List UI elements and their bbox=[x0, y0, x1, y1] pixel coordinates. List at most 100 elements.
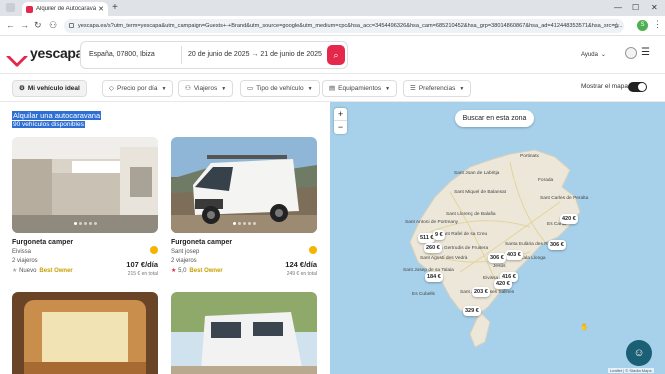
ibiza-map bbox=[409, 149, 581, 348]
map-town-label: Sant Joan de Labritja bbox=[454, 171, 500, 176]
zoom-in-button[interactable]: + bbox=[334, 108, 347, 121]
logo-text: yescapa bbox=[30, 45, 84, 61]
hamburger-menu-icon[interactable]: ☰ bbox=[641, 47, 650, 58]
close-tab-icon[interactable]: ✕ bbox=[98, 5, 104, 13]
zoom-out-button[interactable]: − bbox=[334, 121, 347, 134]
filter-label: Precio por día bbox=[117, 85, 158, 92]
people-icon: ⚇ bbox=[185, 85, 191, 92]
map-price-pin[interactable]: 184 € bbox=[425, 272, 443, 282]
filter-vehicle-type[interactable]: ▭ Tipo de vehículo ▼ bbox=[240, 80, 320, 97]
browser-tab[interactable]: Alquiler de Autocaravanas en Ibiza ✕ bbox=[22, 2, 108, 16]
back-icon[interactable]: ← bbox=[6, 20, 15, 31]
best-owner-badge-icon bbox=[150, 246, 158, 254]
listing-photo[interactable] bbox=[171, 137, 317, 233]
sliders-icon: ⚙ bbox=[19, 85, 25, 92]
browser-menu-icon[interactable]: ⋮ bbox=[653, 19, 662, 30]
map-panel[interactable] bbox=[330, 102, 665, 374]
map-price-pin[interactable]: 329 € bbox=[463, 306, 481, 316]
listing-title: Furgoneta camper bbox=[12, 239, 74, 246]
lock-icon bbox=[69, 23, 74, 28]
camper-outdoor-image bbox=[171, 292, 317, 374]
listing-photo[interactable] bbox=[12, 292, 158, 374]
tab-title: Alquiler de Autocaravanas en Ibiza bbox=[36, 6, 97, 12]
filter-equipment[interactable]: ▤ Equipamientos ▼ bbox=[322, 80, 398, 97]
browser-tab-strip: Alquiler de Autocaravanas en Ibiza ✕ + —… bbox=[0, 0, 665, 16]
filter-preferences[interactable]: ☰ Preferencias ▼ bbox=[403, 80, 472, 97]
results-panel: Alquilar una autocaravana 90 vehículos d… bbox=[0, 102, 330, 374]
filter-travelers[interactable]: ⚇ Viajeros ▼ bbox=[178, 80, 234, 97]
mouse-cursor-icon: ✋ bbox=[580, 324, 589, 331]
search-button[interactable]: ⌕ bbox=[327, 45, 345, 65]
search-bar[interactable]: España, 07800, Ibiza 20 de junio de 2025… bbox=[80, 41, 348, 69]
url-field[interactable]: yescapa.es/s?utm_term=yescapa&utm_campai… bbox=[64, 19, 624, 33]
map-attribution[interactable]: Leaflet | © Stadia Maps bbox=[608, 368, 654, 373]
listing-photo[interactable] bbox=[171, 292, 317, 374]
chevron-down-icon: ▼ bbox=[385, 86, 391, 92]
user-account-icon[interactable] bbox=[625, 47, 637, 59]
map-town-label: Forada bbox=[538, 178, 554, 183]
filter-price[interactable]: ◇ Precio por día ▼ bbox=[102, 80, 174, 97]
minimize-icon[interactable]: — bbox=[614, 3, 622, 12]
listing-photo[interactable] bbox=[12, 137, 158, 233]
map-town-label: Es Cubells bbox=[412, 292, 435, 297]
maximize-icon[interactable]: ☐ bbox=[632, 3, 639, 12]
bookmark-star-icon[interactable]: ☆ bbox=[613, 19, 620, 33]
camper-wood-interior-image bbox=[12, 292, 158, 374]
map-toggle-label: Mostrar el mapa bbox=[581, 83, 628, 90]
help-menu[interactable]: Ayuda ⌄ bbox=[578, 49, 606, 58]
map-price-pin[interactable]: 260 € bbox=[424, 243, 442, 253]
price-tag-icon: ◇ bbox=[109, 85, 114, 92]
chevron-down-icon: ▼ bbox=[221, 86, 227, 92]
vehicle-icon: ▭ bbox=[247, 85, 254, 92]
filter-label: Preferencias bbox=[418, 85, 456, 92]
listing-location: Eivissa bbox=[12, 249, 32, 255]
address-bar: ← → ↻ ⚇ yescapa.es/s?utm_term=yescapa&ut… bbox=[0, 16, 665, 36]
listing-price: 107 €/día bbox=[126, 260, 158, 269]
map-price-pin[interactable]: 420 € bbox=[560, 214, 578, 224]
chevron-down-icon: ▼ bbox=[161, 86, 167, 92]
filter-label: Viajeros bbox=[193, 85, 218, 92]
equipment-icon: ▤ bbox=[329, 85, 336, 92]
filter-label: Tipo de vehículo bbox=[256, 85, 304, 92]
map-price-pin[interactable]: 306 € bbox=[488, 253, 506, 263]
date-from: 20 de junio de 2025 bbox=[188, 51, 250, 58]
filter-bar: ⚙ Mi vehículo ideal ◇ Precio por día ▼ ⚇ Via… bbox=[0, 74, 665, 102]
map-price-pin[interactable]: 203 € bbox=[472, 287, 490, 297]
search-this-area-button[interactable]: Buscar en esta zona bbox=[455, 110, 534, 127]
best-owner-badge-icon bbox=[309, 246, 317, 254]
profile-avatar[interactable]: S bbox=[637, 20, 648, 31]
map-town-label: Santa Eulària des Riu bbox=[505, 242, 552, 247]
map-price-pin[interactable]: 403 € bbox=[505, 250, 523, 260]
chevron-down-icon: ▼ bbox=[307, 86, 313, 92]
listing-card[interactable]: Furgoneta camper Eivissa 2 viajeros ★ Nu… bbox=[12, 137, 158, 277]
tab-search-icon[interactable] bbox=[6, 3, 15, 12]
new-tab-icon[interactable]: + bbox=[112, 2, 118, 14]
forward-icon[interactable]: → bbox=[20, 20, 29, 31]
map-toggle[interactable] bbox=[628, 82, 647, 92]
site-info-icon[interactable]: ⚇ bbox=[49, 20, 57, 31]
carousel-dots[interactable] bbox=[12, 212, 158, 230]
map-town-label: Portinatx bbox=[520, 154, 539, 159]
filter-ideal-vehicle[interactable]: ⚙ Mi vehículo ideal bbox=[12, 80, 87, 97]
reload-icon[interactable]: ↻ bbox=[34, 20, 42, 31]
yescapa-logo[interactable]: yescapa bbox=[9, 45, 83, 61]
close-window-icon[interactable]: ✕ bbox=[651, 3, 658, 12]
map-price-pin[interactable]: 9 € bbox=[433, 230, 445, 240]
map-town-label: Cala Llonga bbox=[520, 256, 546, 261]
best-owner-label: Best Owner bbox=[39, 268, 73, 274]
map-price-pin[interactable]: 306 € bbox=[548, 240, 566, 250]
map-price-pin[interactable]: 420 € bbox=[494, 279, 512, 289]
rating-value: 5,0 bbox=[178, 268, 187, 274]
help-label: Ayuda bbox=[581, 52, 598, 58]
chat-button[interactable]: ☺ bbox=[626, 340, 652, 366]
dates-field[interactable]: 20 de junio de 2025 → 21 de junio de 202… bbox=[188, 51, 322, 58]
map-town-label: Sant Antoni de Portmany bbox=[405, 220, 459, 225]
filter-label: Equipamientos bbox=[338, 85, 382, 92]
map-town-label: Sant Rafel de sa Creu bbox=[440, 232, 488, 237]
listing-card[interactable]: Furgoneta camper Sant josep 2 viajeros ★… bbox=[171, 137, 317, 277]
map-town-label: Sant Agustí des Vedrà bbox=[420, 256, 468, 261]
carousel-dots[interactable] bbox=[171, 212, 317, 230]
location-field[interactable]: España, 07800, Ibiza bbox=[89, 51, 155, 58]
star-icon: ★ bbox=[171, 268, 177, 274]
divider bbox=[181, 46, 182, 64]
